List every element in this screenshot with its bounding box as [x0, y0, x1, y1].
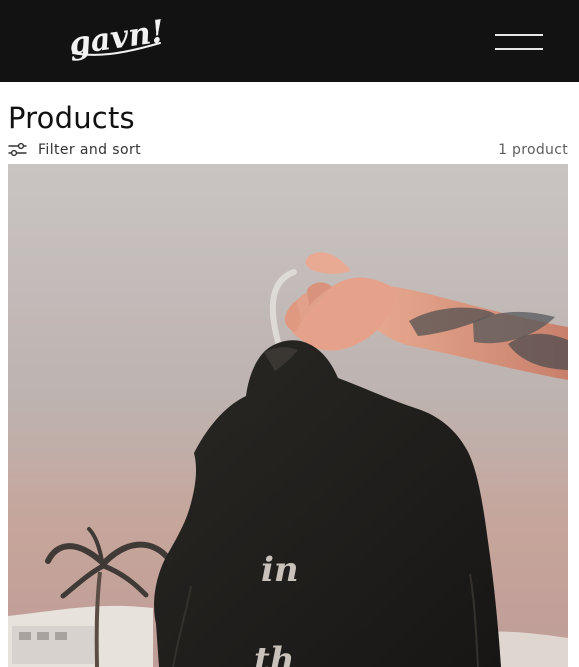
hamburger-menu-icon-bottom-line — [495, 48, 543, 50]
hamburger-menu-icon-top-line — [495, 34, 543, 36]
page-title: Products — [8, 101, 135, 135]
filter-sliders-icon — [8, 142, 28, 158]
garment-print-line: th — [254, 640, 294, 667]
brand-logo-mark: gavn! — [67, 14, 167, 62]
filter-and-sort-label: Filter and sort — [38, 142, 142, 158]
garment-print-line: in — [261, 550, 299, 590]
menu-button[interactable] — [491, 30, 547, 54]
product-image: in th — [8, 164, 568, 667]
site-header: gavn! — [0, 0, 579, 82]
collection-toolbar: Filter and sort 1 product — [8, 140, 568, 160]
product-count: 1 product — [498, 142, 568, 158]
brand-logo[interactable]: gavn! — [67, 10, 171, 62]
product-card[interactable]: in th — [8, 164, 568, 667]
filter-and-sort-button[interactable]: Filter and sort — [8, 140, 141, 160]
